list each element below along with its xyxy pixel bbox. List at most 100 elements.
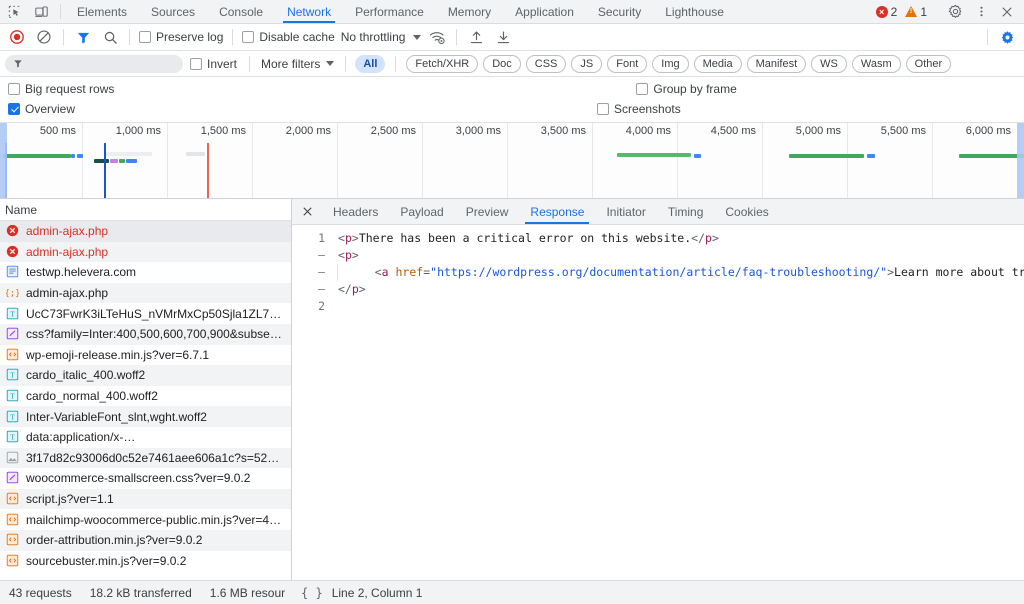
request-row[interactable]: TInter-VariableFont_slnt,wght.woff2 [0,406,291,427]
request-row[interactable]: 3f17d82c93006d0c52e7461aee606a1c?s=52… [0,448,291,469]
tab-performance[interactable]: Performance [343,0,436,23]
filter-chip-font[interactable]: Font [607,55,647,73]
detail-tab-headers[interactable]: Headers [322,199,389,224]
css-resource-icon [6,471,20,485]
tab-label: Security [598,5,641,19]
detail-tab-cookies[interactable]: Cookies [714,199,779,224]
request-rows[interactable]: admin-ajax.phpadmin-ajax.phptestwp.helev… [0,221,291,580]
filter-input[interactable] [28,57,175,71]
detail-tab-initiator[interactable]: Initiator [595,199,656,224]
request-row[interactable]: TUcC73FwrK3iLTeHuS_nVMrMxCp50Sjla1ZL7W… [0,303,291,324]
js-resource-icon [6,554,20,568]
request-row[interactable]: Tdata:application/x-… [0,427,291,448]
detail-tab-preview[interactable]: Preview [455,199,520,224]
disable-cache-box [242,31,254,43]
error-counter[interactable]: × 2 [873,5,901,19]
timeline-tick-label: 6,000 ms [966,125,1015,137]
detail-tab-timing[interactable]: Timing [657,199,715,224]
request-row[interactable]: css?family=Inter:400,500,600,700,900&sub… [0,324,291,345]
code-token: Learn more about troubles [894,265,1024,279]
request-row[interactable]: testwp.helevera.com [0,262,291,283]
pretty-print-icon[interactable]: { } [301,586,323,600]
filter-chip-ws[interactable]: WS [811,55,847,73]
export-har-icon[interactable] [490,26,516,48]
request-row[interactable]: sourcebuster.min.js?ver=9.0.2 [0,551,291,572]
tab-application[interactable]: Application [503,0,586,23]
request-row[interactable]: Tcardo_normal_400.woff2 [0,386,291,407]
filter-chip-js[interactable]: JS [571,55,602,73]
filter-chip-img[interactable]: Img [652,55,688,73]
request-row[interactable]: admin-ajax.php [0,221,291,242]
close-icon[interactable] [995,1,1019,23]
request-row[interactable]: woocommerce-smallscreen.css?ver=9.0.2 [0,468,291,489]
code-token: > [887,265,894,279]
network-toolbar: Preserve log Disable cache No throttling [0,24,1024,51]
tab-sources[interactable]: Sources [139,0,207,23]
tab-network[interactable]: Network [275,0,343,23]
filter-chip-fetch-xhr[interactable]: Fetch/XHR [406,55,478,73]
network-conditions-icon[interactable] [424,26,450,48]
timeline-request-bar [110,159,118,163]
request-name: data:application/x-… [26,430,135,444]
tab-label: Console [219,5,263,19]
import-har-icon[interactable] [463,26,489,48]
filter-chip-doc[interactable]: Doc [483,55,521,73]
detail-tab-payload[interactable]: Payload [389,199,454,224]
filter-input-wrap[interactable] [5,55,183,73]
group-by-frame-checkbox[interactable]: Group by frame [633,82,739,96]
filter-chip-other[interactable]: Other [906,55,952,73]
inspect-element-icon[interactable] [3,1,27,23]
tab-console[interactable]: Console [207,0,275,23]
tab-security[interactable]: Security [586,0,653,23]
gear-icon[interactable] [943,1,967,23]
disable-cache-checkbox[interactable]: Disable cache [239,30,337,44]
warning-counter[interactable]: 1 [902,5,930,19]
filter-chip-all[interactable]: All [355,55,385,73]
request-row[interactable]: order-attribution.min.js?ver=9.0.2 [0,530,291,551]
clear-button[interactable] [31,26,57,48]
request-row[interactable]: wp-emoji-release.min.js?ver=6.7.1 [0,345,291,366]
request-row[interactable]: admin-ajax.php [0,242,291,263]
network-settings-gear-icon[interactable] [994,26,1020,48]
request-row[interactable]: Tcardo_italic_400.woff2 [0,365,291,386]
tab-elements[interactable]: Elements [65,0,139,23]
detail-tab-response[interactable]: Response [519,199,595,224]
filter-toggle[interactable] [70,26,96,48]
more-vertical-icon[interactable] [969,1,993,23]
timeline-request-bar [959,154,1024,158]
request-row[interactable]: {;}admin-ajax.php [0,283,291,304]
filter-chip-wasm[interactable]: Wasm [852,55,901,73]
screenshots-checkbox[interactable]: Screenshots [594,102,684,116]
timeline-tick-label: 5,500 ms [881,125,930,137]
throttling-select[interactable]: No throttling [339,30,424,44]
timeline-right-handle[interactable] [1017,123,1024,198]
request-list-header[interactable]: Name [0,199,291,221]
tab-lighthouse[interactable]: Lighthouse [653,0,736,23]
timeline-request-bar [3,154,71,158]
search-button[interactable] [97,26,123,48]
overview-timeline[interactable]: 500 ms1,000 ms1,500 ms2,000 ms2,500 ms3,… [0,123,1024,199]
request-name: mailchimp-woocommerce-public.min.js?ver=… [26,513,281,527]
more-filters-button[interactable]: More filters [259,57,336,71]
timeline-left-handle[interactable] [0,123,7,198]
code-token: < [338,231,345,245]
tab-memory[interactable]: Memory [436,0,503,23]
request-row[interactable]: script.js?ver=1.1 [0,489,291,510]
response-body[interactable]: 1<p>There has been a critical error on t… [292,225,1024,580]
preserve-log-checkbox[interactable]: Preserve log [136,30,226,44]
close-detail-icon[interactable] [292,199,322,224]
record-button[interactable] [4,26,30,48]
overview-checkbox[interactable]: Overview [5,102,78,116]
big-request-rows-checkbox[interactable]: Big request rows [5,82,117,96]
filter-chip-manifest[interactable]: Manifest [747,55,807,73]
device-toolbar-icon[interactable] [29,1,53,23]
request-row[interactable]: mailchimp-woocommerce-public.min.js?ver=… [0,509,291,530]
filter-chip-css[interactable]: CSS [526,55,567,73]
option-row-2: Overview Screenshots [5,99,1024,119]
filter-divider-1 [249,56,250,72]
invert-checkbox[interactable]: Invert [187,57,240,71]
filter-chip-media[interactable]: Media [694,55,742,73]
js-resource-icon [6,492,20,506]
code-token: > [712,231,719,245]
timeline-divider [847,123,848,198]
